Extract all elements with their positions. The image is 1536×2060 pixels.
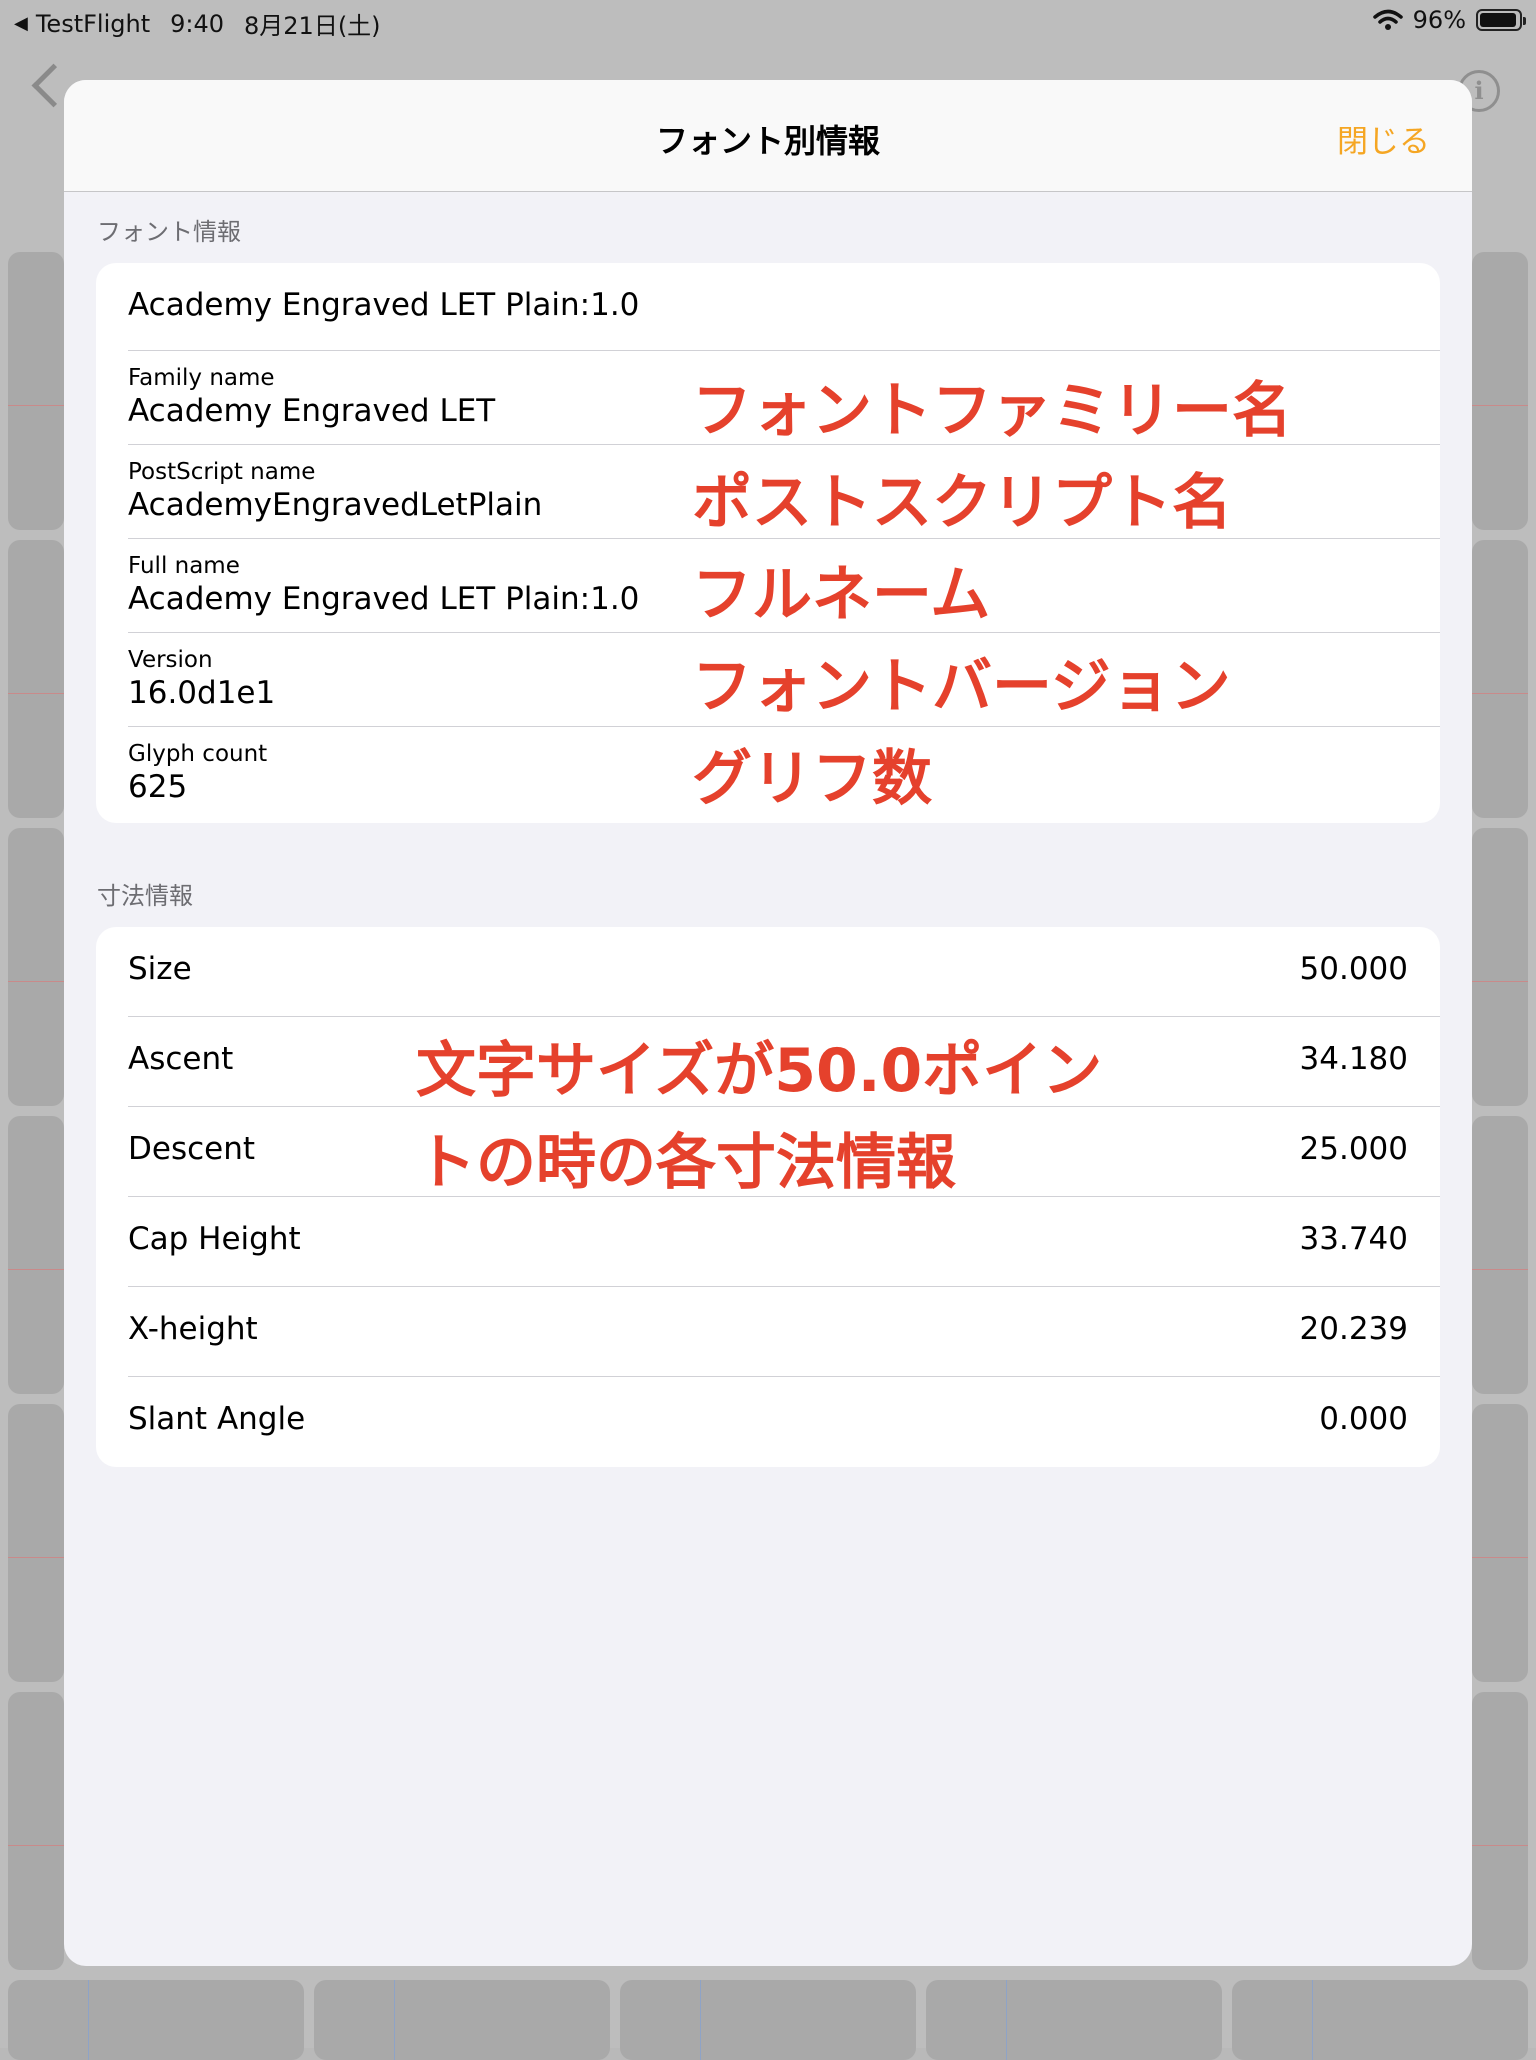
background-tile <box>8 1692 64 1970</box>
dimension-label: Slant Angle <box>128 1401 306 1437</box>
dimension-value: 0.000 <box>1319 1401 1408 1437</box>
dimension-row-size: Size 50.000 <box>96 927 1440 1017</box>
dimension-row-x-height: X-height 20.239 <box>96 1287 1440 1377</box>
dimension-row-cap-height: Cap Height 33.740 <box>96 1197 1440 1287</box>
dimension-value: 34.180 <box>1299 1041 1408 1077</box>
dimension-label: Descent <box>128 1131 256 1167</box>
dimension-value: 33.740 <box>1299 1221 1408 1257</box>
background-tile <box>1472 1692 1528 1970</box>
back-to-app-icon[interactable]: ◀ <box>14 13 28 34</box>
background-tile <box>8 252 64 530</box>
dimension-row-slant-angle: Slant Angle 0.000 <box>96 1377 1440 1467</box>
section-header-dimension-info: 寸法情報 <box>97 882 193 910</box>
status-date: 8月21日(土) <box>244 12 381 40</box>
dimension-value: 25.000 <box>1299 1131 1408 1167</box>
info-label: PostScript name <box>128 459 316 485</box>
back-app-label[interactable]: TestFlight <box>36 10 150 38</box>
close-button[interactable]: 閉じる <box>1337 116 1430 161</box>
background-tile <box>314 1980 610 2060</box>
dimension-label: Cap Height <box>128 1221 301 1257</box>
annotation-version: フォントバージョン <box>692 652 1231 722</box>
info-label: Version <box>128 647 213 673</box>
dimension-label: Size <box>128 951 192 987</box>
background-tile <box>1472 540 1528 818</box>
background-tile <box>8 1404 64 1682</box>
info-value: AcademyEngravedLetPlain <box>128 487 543 523</box>
background-tile <box>8 540 64 818</box>
battery-percent: 96% <box>1412 6 1466 34</box>
info-value: Academy Engraved LET <box>128 393 496 429</box>
dimension-label: X-height <box>128 1311 258 1347</box>
info-label: Family name <box>128 365 275 391</box>
battery-icon <box>1476 9 1526 31</box>
dimension-value: 50.000 <box>1299 951 1408 987</box>
dimension-label: Ascent <box>128 1041 234 1077</box>
navigation-bar: フォント別情報 閉じる <box>64 80 1472 192</box>
font-summary: Academy Engraved LET Plain:1.0 <box>128 287 640 323</box>
background-tile <box>1232 1980 1528 2060</box>
info-value: 16.0d1e1 <box>128 675 276 711</box>
annotation-family-name: フォントファミリー名 <box>692 376 1292 446</box>
info-label: Full name <box>128 553 240 579</box>
background-tile <box>8 1980 304 2060</box>
info-label: Glyph count <box>128 741 268 767</box>
status-bar: ◀ TestFlight 9:40 8月21日(土) 96% <box>0 0 1536 40</box>
wifi-icon <box>1372 9 1403 31</box>
sheet-title: フォント別情報 <box>655 122 880 160</box>
background-tile <box>620 1980 916 2060</box>
annotation-dimension-line1: 文字サイズが50.0ポイン <box>416 1036 1103 1106</box>
background-tile <box>1472 1404 1528 1682</box>
background-tile <box>8 1116 64 1394</box>
font-detail-sheet: フォント別情報 閉じる フォント情報 Academy Engraved LET … <box>64 80 1472 1966</box>
annotation-full-name: フルネーム <box>692 560 991 630</box>
annotation-postscript-name: ポストスクリプト名 <box>692 468 1232 538</box>
background-tile <box>926 1980 1222 2060</box>
background-tile <box>1472 828 1528 1106</box>
section-header-font-info: フォント情報 <box>97 218 241 246</box>
font-summary-row: Academy Engraved LET Plain:1.0 <box>96 263 1440 351</box>
background-tile <box>1472 1116 1528 1394</box>
info-value: 625 <box>128 769 188 805</box>
annotation-glyph-count: グリフ数 <box>692 744 932 814</box>
background-tile <box>1472 252 1528 530</box>
status-time: 9:40 <box>170 9 225 38</box>
info-value: Academy Engraved LET Plain:1.0 <box>128 581 640 617</box>
annotation-dimension-line2: トの時の各寸法情報 <box>416 1128 956 1198</box>
dimension-value: 20.239 <box>1299 1311 1408 1347</box>
background-tile <box>8 828 64 1106</box>
